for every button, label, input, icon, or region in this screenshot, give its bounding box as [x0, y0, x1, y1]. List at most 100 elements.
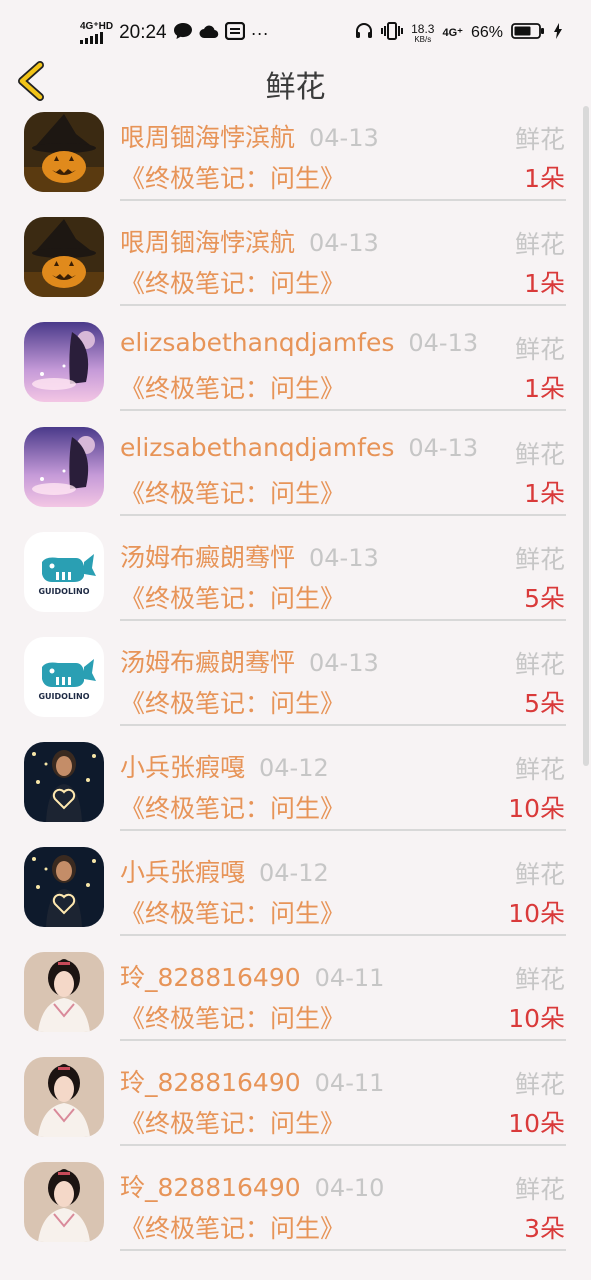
book-title[interactable]: 《终极笔记：问生》 — [120, 789, 345, 825]
avatar-costume-girl[interactable] — [24, 952, 104, 1032]
scrollbar[interactable] — [583, 106, 589, 766]
divider — [120, 514, 566, 516]
book-title[interactable]: 《终极笔记：问生》 — [120, 894, 345, 930]
gift-type: 鲜花 — [514, 755, 565, 784]
gift-type: 鲜花 — [514, 650, 565, 679]
guidolino-text: GUIDOLINO — [38, 587, 89, 596]
avatar-guidolino-logo[interactable]: GUIDOLINO — [24, 532, 104, 612]
gift-date: 04-12 — [259, 859, 329, 887]
speed-value: 18.3 — [411, 21, 435, 36]
user-name[interactable]: 玲_828816490 04-11 — [120, 958, 384, 994]
battery-percent: 66% — [470, 24, 503, 41]
divider — [120, 304, 566, 306]
book-title[interactable]: 《终极笔记：问生》 — [120, 159, 345, 195]
message-icon — [224, 21, 245, 44]
list-item[interactable]: 玲_828816490 04-10 《终极笔记：问生》 鲜花 3朵 — [0, 1156, 591, 1261]
user-name[interactable]: elizsabethanqdjamfes 04-13 — [120, 328, 478, 357]
cloud-icon — [199, 23, 219, 43]
user-name[interactable]: 哏周锢海悖滨航 04-13 — [120, 118, 379, 154]
avatar-pumpkin-witch[interactable] — [24, 217, 104, 297]
gift-count: 10朵 — [508, 1004, 565, 1033]
divider — [120, 619, 566, 621]
gift-date: 04-13 — [408, 434, 479, 462]
vibrate-icon — [381, 22, 404, 44]
user-name[interactable]: 玲_828816490 04-10 — [120, 1168, 384, 1204]
user-name-text[interactable]: 小兵张瘕嘎 — [120, 858, 245, 887]
gift-type: 鲜花 — [514, 1175, 565, 1204]
avatar-pumpkin-witch[interactable] — [24, 112, 104, 192]
network-speed: 18.3 KB/s — [411, 23, 434, 44]
divider — [120, 199, 566, 201]
book-title[interactable]: 《终极笔记：问生》 — [120, 1104, 345, 1140]
book-title[interactable]: 《终极笔记：问生》 — [120, 579, 345, 615]
user-name-text[interactable]: elizsabethanqdjamfes — [120, 433, 394, 462]
list-item[interactable]: 小兵张瘕嘎 04-12 《终极笔记：问生》 鲜花 10朵 — [0, 736, 591, 841]
avatar-anime-girl-purple[interactable] — [24, 322, 104, 402]
user-name[interactable]: 汤姆布癜朗骞怦 04-13 — [120, 538, 379, 574]
list-item[interactable]: GUIDOLINO 汤姆布癜朗骞怦 04-13 《终极笔记：问生》 鲜花 5朵 — [0, 631, 591, 736]
list-item[interactable]: 玲_828816490 04-11 《终极笔记：问生》 鲜花 10朵 — [0, 946, 591, 1051]
gift-date: 04-10 — [314, 1174, 385, 1202]
user-name[interactable]: 玲_828816490 04-11 — [120, 1063, 384, 1099]
divider — [120, 1249, 566, 1251]
avatar-costume-girl[interactable] — [24, 1162, 104, 1242]
user-name-text[interactable]: 玲_828816490 — [120, 1068, 301, 1097]
gift-type: 鲜花 — [514, 440, 565, 469]
avatar-guidolino-logo[interactable]: GUIDOLINO — [24, 637, 104, 717]
list-item[interactable]: 哏周锢海悖滨航 04-13 《终极笔记：问生》 鲜花 1朵 — [0, 106, 591, 211]
book-title[interactable]: 《终极笔记：问生》 — [120, 264, 345, 300]
gift-type: 鲜花 — [514, 125, 565, 154]
divider — [120, 829, 566, 831]
book-title[interactable]: 《终极笔记：问生》 — [120, 1209, 345, 1245]
list-item[interactable]: 小兵张瘕嘎 04-12 《终极笔记：问生》 鲜花 10朵 — [0, 841, 591, 946]
user-name[interactable]: 小兵张瘕嘎 04-12 — [120, 748, 329, 784]
flower-gift-list[interactable]: 哏周锢海悖滨航 04-13 《终极笔记：问生》 鲜花 1朵 哏周锢海悖滨航 04-1… — [0, 106, 591, 1261]
user-name-text[interactable]: 哏周锢海悖滨航 — [120, 123, 295, 152]
signal-icon: 4G⁺HD — [80, 22, 113, 44]
avatar-costume-girl[interactable] — [24, 1057, 104, 1137]
user-name-text[interactable]: 小兵张瘕嘎 — [120, 753, 245, 782]
book-title[interactable]: 《终极笔记：问生》 — [120, 999, 345, 1035]
user-name-text[interactable]: 玲_828816490 — [120, 963, 301, 992]
list-item[interactable]: elizsabethanqdjamfes 04-13 《终极笔记：问生》 鲜花 1… — [0, 421, 591, 526]
user-name-text[interactable]: 汤姆布癜朗骞怦 — [120, 543, 295, 572]
avatar-girl-heart-lights[interactable] — [24, 847, 104, 927]
gift-count: 5朵 — [524, 584, 565, 613]
gift-type: 鲜花 — [514, 230, 565, 259]
gift-type: 鲜花 — [514, 335, 565, 364]
avatar-anime-girl-purple[interactable] — [24, 427, 104, 507]
divider — [120, 934, 566, 936]
book-title[interactable]: 《终极笔记：问生》 — [120, 474, 345, 510]
speed-unit: KB/s — [414, 34, 432, 44]
gift-count: 10朵 — [508, 794, 565, 823]
user-name-text[interactable]: elizsabethanqdjamfes — [120, 328, 394, 357]
divider — [120, 1039, 566, 1041]
user-name[interactable]: 哏周锢海悖滨航 04-13 — [120, 223, 379, 259]
gift-count: 1朵 — [524, 479, 565, 508]
divider — [120, 409, 566, 411]
gift-type: 鲜花 — [514, 1070, 565, 1099]
gift-count: 5朵 — [524, 689, 565, 718]
user-name[interactable]: elizsabethanqdjamfes 04-13 — [120, 433, 478, 462]
list-item[interactable]: 玲_828816490 04-11 《终极笔记：问生》 鲜花 10朵 — [0, 1051, 591, 1156]
user-name[interactable]: 汤姆布癜朗骞怦 04-13 — [120, 643, 379, 679]
battery-icon — [511, 23, 545, 43]
gift-date: 04-12 — [259, 754, 329, 782]
user-name-text[interactable]: 玲_828816490 — [120, 1173, 301, 1202]
user-name[interactable]: 小兵张瘕嘎 04-12 — [120, 853, 329, 889]
book-title[interactable]: 《终极笔记：问生》 — [120, 369, 345, 405]
avatar-girl-heart-lights[interactable] — [24, 742, 104, 822]
book-title[interactable]: 《终极笔记：问生》 — [120, 684, 345, 720]
status-bar-left: 4G⁺HD 20:24 ··· — [80, 18, 269, 48]
list-item[interactable]: GUIDOLINO 汤姆布癜朗骞怦 04-13 《终极笔记：问生》 鲜花 5朵 — [0, 526, 591, 631]
user-name-text[interactable]: 汤姆布癜朗骞怦 — [120, 648, 295, 677]
more-indicator: ··· — [250, 22, 269, 43]
list-item[interactable]: elizsabethanqdjamfes 04-13 《终极笔记：问生》 鲜花 1… — [0, 316, 591, 421]
page-title: 鲜花 — [265, 70, 326, 105]
gift-count: 10朵 — [508, 899, 565, 928]
list-item[interactable]: 哏周锢海悖滨航 04-13 《终极笔记：问生》 鲜花 1朵 — [0, 211, 591, 316]
gift-date: 04-13 — [309, 229, 379, 257]
user-name-text[interactable]: 哏周锢海悖滨航 — [120, 228, 295, 257]
page-header: 鲜花 — [0, 56, 591, 106]
divider — [120, 1144, 566, 1146]
